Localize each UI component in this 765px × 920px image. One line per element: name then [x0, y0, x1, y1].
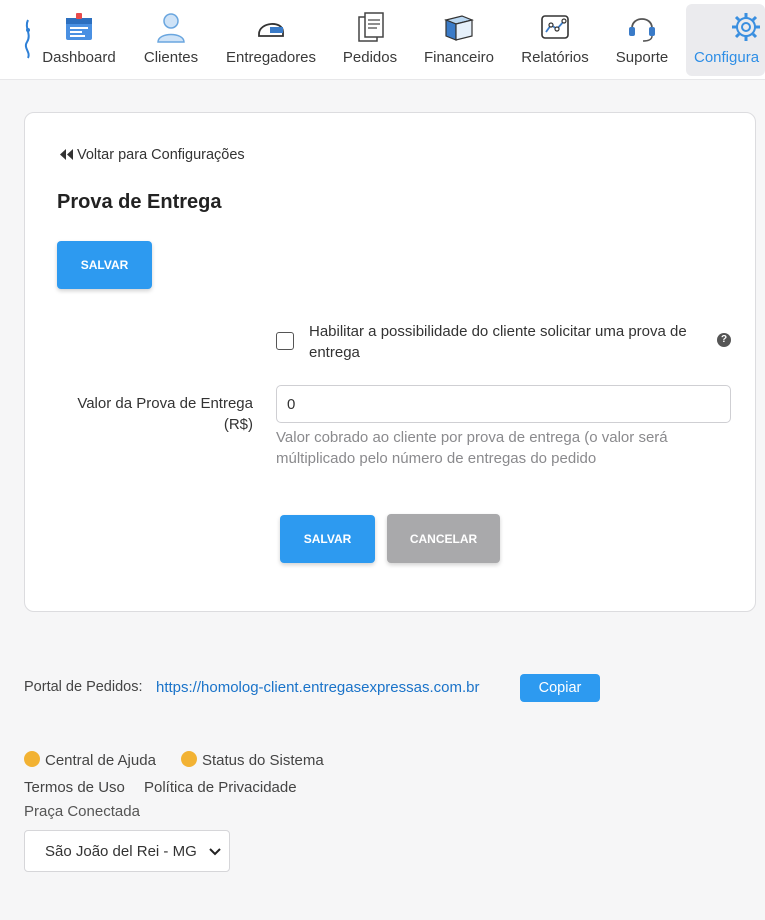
help-center-link[interactable]: Central de Ajuda	[24, 751, 156, 769]
books-icon	[444, 15, 474, 41]
save-button[interactable]: SALVAR	[280, 515, 375, 563]
dashboard-icon	[66, 13, 92, 40]
proof-value-input[interactable]	[276, 385, 731, 423]
privacy-link[interactable]: Política de Privacidade	[144, 779, 297, 796]
handshake-icon	[24, 751, 40, 767]
back-link[interactable]: Voltar para Configurações	[60, 147, 245, 163]
field-label: Valor da Prova de Entrega (R$)	[77, 395, 253, 433]
nav-item-dashboard[interactable]: Dashboard	[36, 4, 122, 76]
praca-select-value: São João del Rei - MG	[45, 843, 197, 860]
chevron-down-icon	[209, 848, 221, 856]
help-center-label: Central de Ajuda	[45, 752, 156, 769]
nav-label: Pedidos	[342, 49, 398, 66]
nav-label: Suporte	[615, 49, 669, 66]
help-icon[interactable]: ?	[717, 333, 731, 347]
system-status-link[interactable]: Status do Sistema	[181, 751, 324, 769]
double-chevron-left-icon	[60, 149, 73, 160]
nav-item-financeiro[interactable]: Financeiro	[416, 4, 502, 76]
copy-button[interactable]: Copiar	[520, 674, 600, 702]
flexed-biceps-icon	[181, 751, 197, 767]
portal-label: Portal de Pedidos:	[24, 679, 143, 695]
nav-label: Entregadores	[225, 49, 317, 66]
nav-item-relatorios[interactable]: Relatórios	[514, 4, 596, 76]
gear-icon	[732, 13, 760, 41]
nav-item-suporte[interactable]: Suporte	[606, 4, 678, 76]
praca-label: Praça Conectada	[24, 803, 140, 820]
nav-label: Relatórios	[521, 49, 589, 66]
chart-icon	[541, 15, 569, 39]
nav-item-configuracoes[interactable]: Configura	[686, 4, 765, 76]
helmet-icon	[258, 23, 284, 37]
nav-label: Dashboard	[42, 49, 116, 66]
praca-select[interactable]: São João del Rei - MG	[24, 830, 230, 872]
nav-label: Financeiro	[423, 49, 495, 66]
settings-card: Voltar para Configurações Prova de Entre…	[24, 112, 756, 612]
headset-icon	[629, 18, 655, 42]
logo-icon	[24, 19, 30, 59]
nav-item-entregadores[interactable]: Entregadores	[218, 4, 324, 76]
nav-label: Configura	[694, 49, 760, 66]
checkbox-label: Habilitar a possibilidade do cliente sol…	[309, 323, 687, 361]
page-title: Prova de Entrega	[57, 191, 222, 213]
field-help-text: Valor cobrado ao cliente por prova de en…	[276, 429, 668, 467]
proof-of-delivery-checkbox[interactable]	[276, 332, 294, 350]
back-link-label: Voltar para Configurações	[77, 147, 245, 163]
top-navigation: Dashboard Clientes Entregadores Pedidos	[0, 0, 765, 80]
nav-item-clientes[interactable]: Clientes	[136, 4, 206, 76]
nav-item-pedidos[interactable]: Pedidos	[336, 4, 404, 76]
receipt-icon	[358, 12, 384, 42]
save-button-top[interactable]: SALVAR	[57, 241, 152, 289]
terms-link[interactable]: Termos de Uso	[24, 779, 125, 796]
nav-label: Clientes	[143, 49, 199, 66]
cancel-button[interactable]: CANCELAR	[387, 514, 500, 563]
user-icon	[157, 13, 185, 43]
portal-url-link[interactable]: https://homolog-client.entregasexpressas…	[156, 679, 480, 696]
system-status-label: Status do Sistema	[202, 752, 324, 769]
